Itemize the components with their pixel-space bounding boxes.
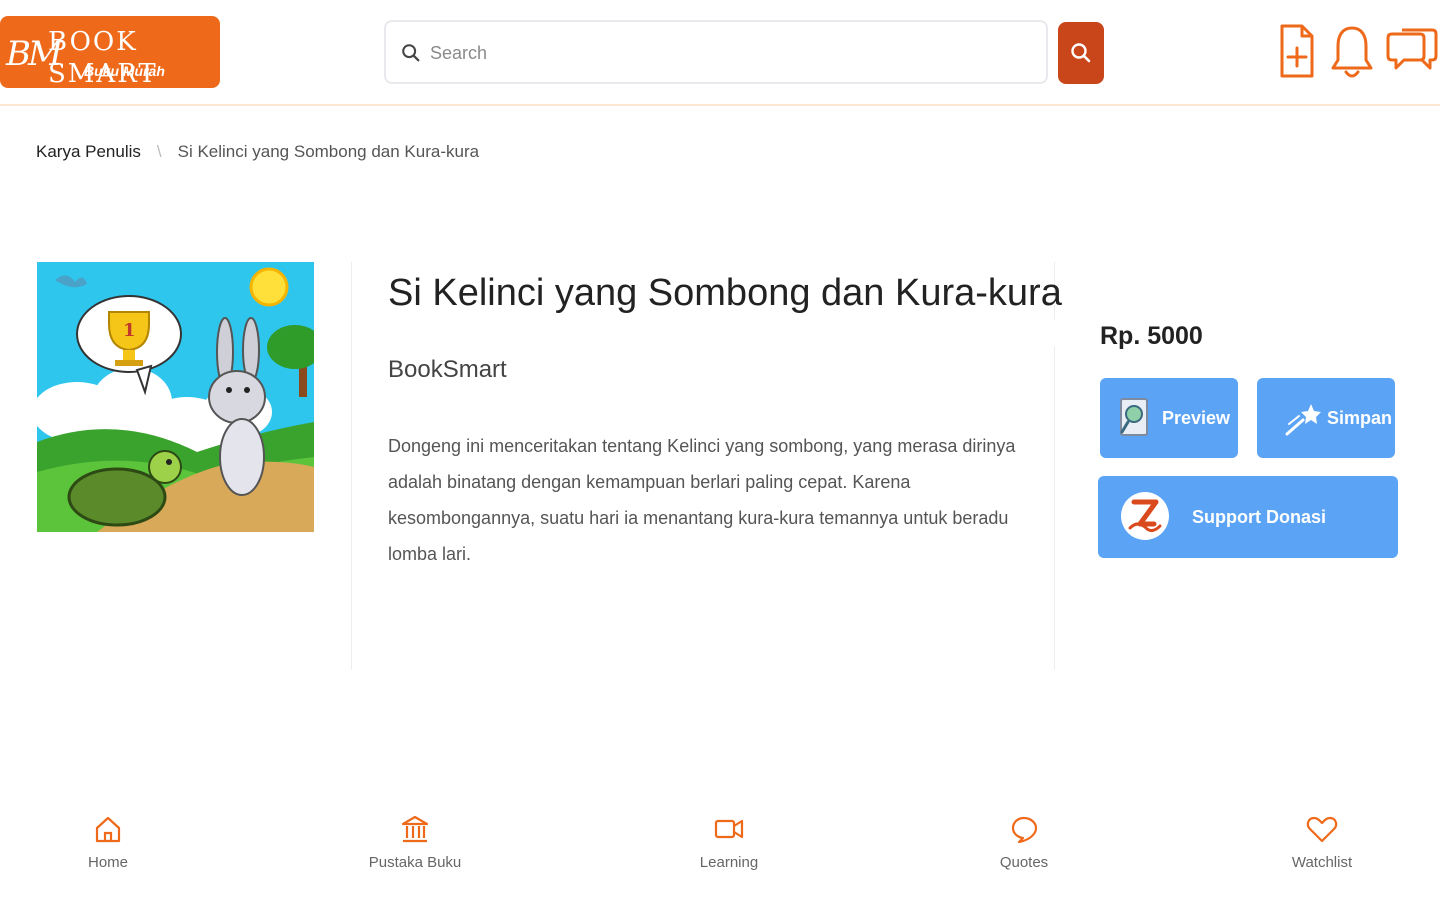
preview-book-icon xyxy=(1120,398,1148,436)
quote-bubble-icon xyxy=(1011,816,1038,844)
logo-subtitle: Buku Murah xyxy=(84,63,165,79)
breadcrumb-current: Si Kelinci yang Sombong dan Kura-kura xyxy=(177,142,480,161)
top-header: BM BOOK SMART Buku Murah xyxy=(0,0,1440,106)
support-donasi-label: Support Donasi xyxy=(1192,506,1326,527)
search-button[interactable] xyxy=(1058,22,1104,84)
bottom-navigation: Home Pustaka Buku Learning Quotes Watchl… xyxy=(0,810,1440,890)
library-icon xyxy=(401,815,429,843)
booksmart-logo[interactable]: BM BOOK SMART Buku Murah xyxy=(0,16,220,88)
home-icon xyxy=(95,816,121,843)
nav-item-learning[interactable]: Learning xyxy=(659,810,799,871)
simpan-button[interactable]: Simpan xyxy=(1257,378,1395,458)
support-donasi-button[interactable]: Support Donasi xyxy=(1098,476,1398,558)
shooting-star-icon xyxy=(1285,404,1321,436)
breadcrumb-separator: \ xyxy=(156,142,162,161)
preview-button[interactable]: Preview xyxy=(1100,378,1238,458)
nav-learning-label: Learning xyxy=(699,854,759,871)
heart-icon xyxy=(1306,816,1338,843)
nav-quotes-label: Quotes xyxy=(999,854,1049,871)
breadcrumb-root[interactable]: Karya Penulis xyxy=(36,142,141,162)
nav-watchlist-label: Watchlist xyxy=(1291,854,1353,871)
breadcrumb: Karya Penulis \ Si Kelinci yang Sombong … xyxy=(36,140,479,164)
divider-right xyxy=(1054,346,1055,670)
nav-pustaka-buku-label: Pustaka Buku xyxy=(368,854,462,871)
donation-icon xyxy=(1121,492,1169,540)
nav-home-label: Home xyxy=(87,854,128,871)
book-title: Si Kelinci yang Sombong dan Kura-kura xyxy=(388,272,1062,314)
simpan-button-label: Simpan xyxy=(1327,407,1393,428)
file-add-icon[interactable] xyxy=(1276,22,1316,82)
book-price: Rp. 5000 xyxy=(1100,322,1203,350)
nav-item-watchlist[interactable]: Watchlist xyxy=(1252,810,1392,871)
search-icon xyxy=(1071,43,1091,63)
video-icon xyxy=(714,819,744,839)
divider-left xyxy=(351,262,352,670)
book-description: Dongeng ini menceritakan tentang Kelinci… xyxy=(388,436,1016,564)
nav-item-home[interactable]: Home xyxy=(38,810,178,871)
book-author[interactable]: BookSmart xyxy=(388,352,507,388)
chat-icon[interactable] xyxy=(1386,22,1438,82)
nav-item-quotes[interactable]: Quotes xyxy=(954,810,1094,871)
preview-button-label: Preview xyxy=(1162,407,1231,428)
svg-text:1: 1 xyxy=(123,320,136,341)
book-cover-image: 1 xyxy=(37,262,314,532)
nav-item-pustaka-buku[interactable]: Pustaka Buku xyxy=(345,810,485,871)
search-icon xyxy=(402,44,420,62)
bell-icon[interactable] xyxy=(1328,22,1376,82)
search-bar xyxy=(384,20,1048,84)
search-input[interactable] xyxy=(430,36,1030,70)
